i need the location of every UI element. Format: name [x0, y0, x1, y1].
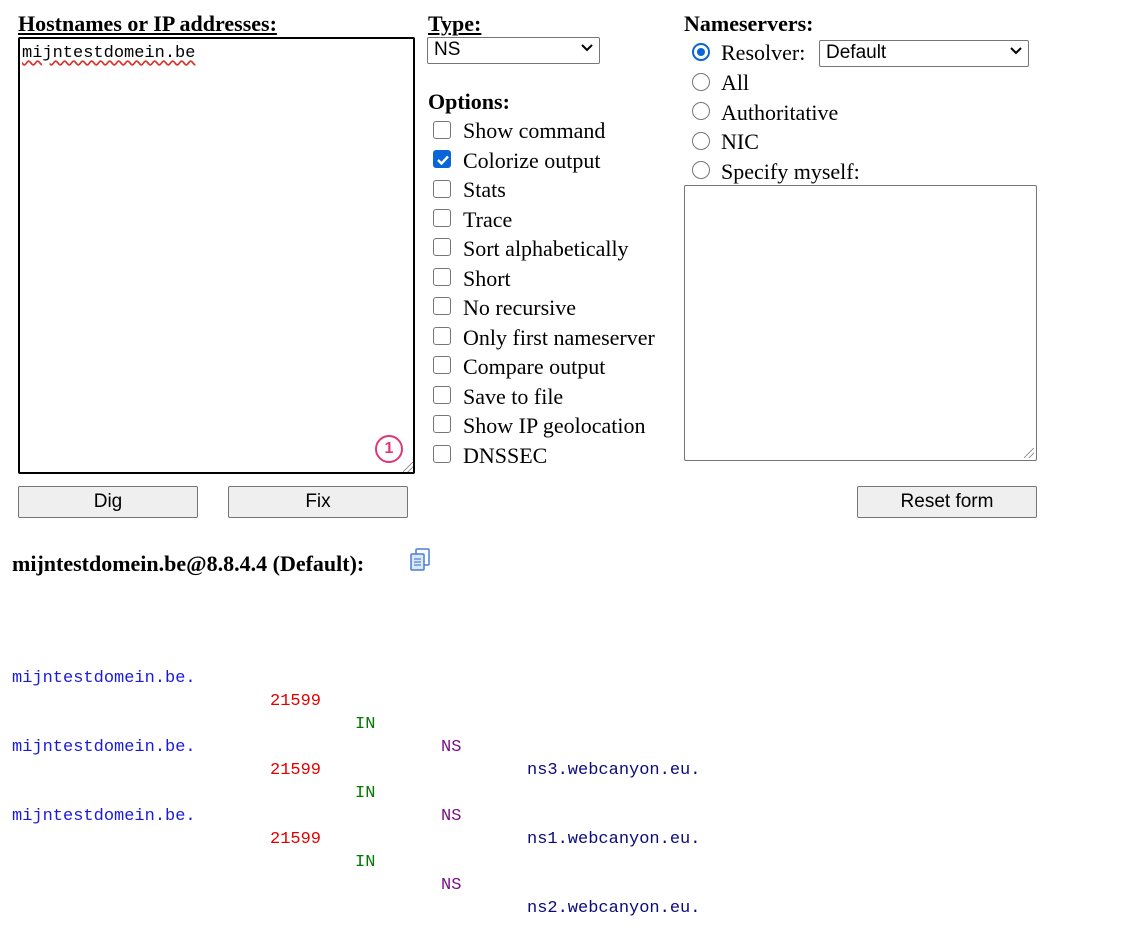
record-ttl: 21599 — [270, 692, 322, 711]
result-row: mijntestdomein.be. 21599 IN NS ns3.webca… — [12, 644, 700, 780]
record-type: NS — [441, 876, 462, 895]
record-type: NS — [441, 738, 462, 757]
hostnames-textarea[interactable]: mijntestdomein.be 1 — [18, 37, 415, 474]
option-label-short[interactable]: Short — [463, 267, 511, 291]
resolver-select[interactable]: Default — [819, 40, 1029, 67]
hostnames-label-text: Hostnames or IP addresses: — [18, 11, 277, 36]
hostnames-label: Hostnames or IP addresses: — [18, 12, 277, 36]
radio-label-resolver[interactable]: Resolver: — [721, 41, 805, 65]
copy-icon[interactable] — [409, 548, 431, 572]
checkbox-dnssec[interactable] — [433, 445, 451, 463]
radio-specify-myself[interactable] — [692, 161, 710, 179]
option-label-stats[interactable]: Stats — [463, 178, 506, 202]
type-label: Type: — [428, 12, 481, 36]
option-label-sort-alphabetically[interactable]: Sort alphabetically — [463, 237, 629, 261]
record-data[interactable]: ns3.webcanyon.eu. — [527, 759, 700, 782]
checkbox-no-recursive[interactable] — [433, 297, 451, 315]
resize-grip-icon[interactable] — [403, 462, 413, 472]
type-select[interactable]: NS — [427, 37, 600, 64]
radio-resolver[interactable] — [692, 43, 710, 61]
hostnames-value: mijntestdomein.be — [22, 44, 196, 63]
record-ttl: 21599 — [270, 761, 322, 780]
record-data[interactable]: ns2.webcanyon.eu. — [527, 897, 700, 920]
resolver-select-value: Default — [826, 42, 887, 63]
record-name: mijntestdomein.be. — [12, 738, 196, 757]
radio-all[interactable] — [692, 73, 710, 91]
option-label-show-ip-geolocation[interactable]: Show IP geolocation — [463, 414, 646, 438]
option-label-only-first-nameserver[interactable]: Only first nameserver — [463, 326, 655, 350]
option-label-show-command[interactable]: Show command — [463, 119, 605, 143]
checkbox-show-ip-geolocation[interactable] — [433, 415, 451, 433]
result-heading: mijntestdomein.be@8.8.4.4 (Default): — [12, 551, 365, 576]
radio-authoritative[interactable] — [692, 102, 710, 120]
type-label-text: Type: — [428, 11, 482, 36]
record-name: mijntestdomein.be. — [12, 807, 196, 826]
dig-button[interactable]: Dig — [18, 486, 198, 518]
checkbox-trace[interactable] — [433, 209, 451, 227]
checkbox-colorize-output[interactable] — [433, 150, 451, 168]
reset-form-button[interactable]: Reset form — [857, 486, 1037, 518]
radio-label-authoritative[interactable]: Authoritative — [721, 101, 838, 125]
checkbox-sort-alphabetically[interactable] — [433, 238, 451, 256]
fix-button[interactable]: Fix — [228, 486, 408, 518]
record-class: IN — [355, 784, 376, 803]
checkbox-compare-output[interactable] — [433, 356, 451, 374]
result-row: mijntestdomein.be. 21599 IN NS ns2.webca… — [12, 782, 700, 918]
record-name: mijntestdomein.be. — [12, 669, 196, 688]
radio-nic[interactable] — [692, 132, 710, 150]
radio-label-specify-myself[interactable]: Specify myself: — [721, 160, 860, 184]
checkbox-save-to-file[interactable] — [433, 386, 451, 404]
record-type: NS — [441, 807, 462, 826]
result-row: mijntestdomein.be. 21599 IN NS ns1.webca… — [12, 713, 700, 849]
checkbox-only-first-nameserver[interactable] — [433, 327, 451, 345]
check-icon — [437, 155, 449, 166]
record-ttl: 21599 — [270, 830, 322, 849]
record-data[interactable]: ns1.webcanyon.eu. — [527, 828, 700, 851]
option-label-compare-output[interactable]: Compare output — [463, 355, 605, 379]
type-select-value: NS — [434, 39, 461, 60]
resize-grip-icon[interactable] — [1024, 448, 1034, 458]
radio-label-all[interactable]: All — [721, 71, 749, 95]
chevron-down-icon — [581, 43, 593, 53]
chevron-down-icon — [1010, 46, 1022, 56]
nameservers-label: Nameservers: — [684, 11, 814, 36]
checkbox-show-command[interactable] — [433, 121, 451, 139]
option-label-no-recursive[interactable]: No recursive — [463, 296, 576, 320]
option-label-dnssec[interactable]: DNSSEC — [463, 444, 547, 468]
option-label-save-to-file[interactable]: Save to file — [463, 385, 563, 409]
record-class: IN — [355, 853, 376, 872]
option-label-colorize-output[interactable]: Colorize output — [463, 149, 600, 173]
checkbox-short[interactable] — [433, 268, 451, 286]
custom-nameservers-textarea[interactable] — [684, 185, 1037, 461]
grammar-badge-icon[interactable]: 1 — [375, 435, 403, 463]
checkbox-stats[interactable] — [433, 180, 451, 198]
radio-label-nic[interactable]: NIC — [721, 130, 759, 154]
option-label-trace[interactable]: Trace — [463, 208, 512, 232]
options-label: Options: — [428, 89, 510, 114]
result-table: mijntestdomein.be. 21599 IN NS ns3.webca… — [12, 598, 700, 918]
record-class: IN — [355, 715, 376, 734]
